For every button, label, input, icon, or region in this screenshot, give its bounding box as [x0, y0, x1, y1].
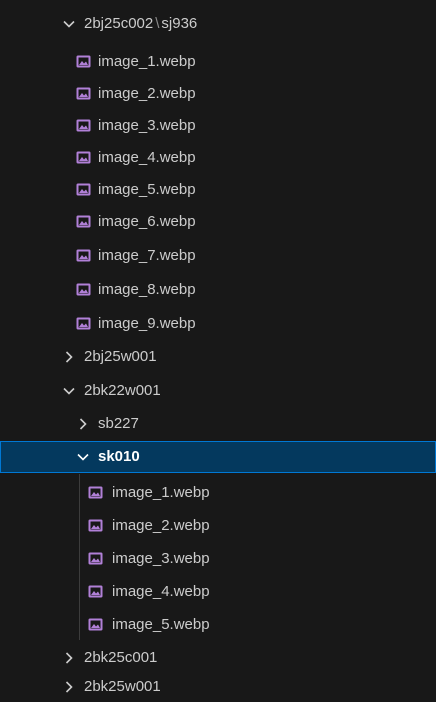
file-row[interactable]: image_3.webp — [0, 543, 436, 575]
file-label: image_1.webp — [112, 484, 210, 501]
folder-row-2bj25c002-sj936[interactable]: 2bj25c002 \ sj936 — [0, 8, 436, 40]
file-label: image_2.webp — [98, 85, 196, 102]
image-file-icon — [76, 119, 91, 132]
chevron-right-icon[interactable] — [62, 680, 76, 694]
file-label: image_6.webp — [98, 213, 196, 230]
image-file-icon — [88, 585, 103, 598]
chevron-right-icon[interactable] — [76, 417, 90, 431]
file-row[interactable]: image_1.webp — [0, 46, 436, 78]
file-label: image_5.webp — [112, 616, 210, 633]
image-file-icon — [76, 87, 91, 100]
folder-name-part: 2bj25c002 — [84, 15, 154, 32]
image-file-icon — [76, 283, 91, 296]
file-label: image_3.webp — [112, 550, 210, 567]
image-file-icon — [88, 552, 103, 565]
folder-row-sb227[interactable]: sb227 — [0, 408, 436, 440]
file-row[interactable]: image_5.webp — [0, 174, 436, 206]
file-label: image_3.webp — [98, 117, 196, 134]
chevron-down-icon[interactable] — [62, 17, 76, 31]
folder-row-sk010[interactable]: sk010 — [0, 441, 436, 473]
image-file-icon — [76, 215, 91, 228]
file-row[interactable]: image_5.webp — [0, 609, 436, 641]
file-label: image_4.webp — [112, 583, 210, 600]
file-row[interactable]: image_6.webp — [0, 206, 436, 238]
image-file-icon — [76, 151, 91, 164]
file-label: image_8.webp — [98, 281, 196, 298]
file-label: image_9.webp — [98, 315, 196, 332]
file-row[interactable]: image_2.webp — [0, 510, 436, 542]
file-row[interactable]: image_4.webp — [0, 142, 436, 174]
file-row[interactable]: image_9.webp — [0, 308, 436, 340]
folder-label: 2bk22w001 — [84, 382, 161, 399]
folder-row-2bk22w001[interactable]: 2bk22w001 — [0, 375, 436, 407]
file-label: image_4.webp — [98, 149, 196, 166]
folder-row-2bk25w001[interactable]: 2bk25w001 — [0, 672, 436, 700]
file-label: image_7.webp — [98, 247, 196, 264]
file-label: image_2.webp — [112, 517, 210, 534]
file-row[interactable]: image_3.webp — [0, 110, 436, 142]
image-file-icon — [88, 519, 103, 532]
folder-label: 2bj25c002 \ sj936 — [84, 8, 197, 40]
file-row[interactable]: image_2.webp — [0, 78, 436, 110]
chevron-down-icon[interactable] — [76, 450, 90, 464]
file-row[interactable]: image_1.webp — [0, 477, 436, 509]
folder-label: sb227 — [98, 415, 139, 432]
file-row[interactable]: image_8.webp — [0, 274, 436, 306]
file-row[interactable]: image_4.webp — [0, 576, 436, 608]
chevron-right-icon[interactable] — [62, 651, 76, 665]
file-explorer-tree: 2bj25c002 \ sj936 image_1.webp image_2.web… — [0, 0, 436, 700]
folder-name-part: sj936 — [161, 15, 198, 32]
image-file-icon — [76, 249, 91, 262]
folder-label: 2bk25c001 — [84, 649, 158, 666]
folder-label: 2bk25w001 — [84, 678, 161, 695]
image-file-icon — [76, 183, 91, 196]
chevron-right-icon[interactable] — [62, 350, 76, 364]
file-row[interactable]: image_7.webp — [0, 240, 436, 272]
file-label: image_5.webp — [98, 181, 196, 198]
image-file-icon — [88, 486, 103, 499]
image-file-icon — [76, 55, 91, 68]
folder-row-2bk25c001[interactable]: 2bk25c001 — [0, 642, 436, 674]
image-file-icon — [76, 317, 91, 330]
chevron-down-icon[interactable] — [62, 384, 76, 398]
folder-row-2bj25w001[interactable]: 2bj25w001 — [0, 341, 436, 373]
folder-label: 2bj25w001 — [84, 348, 157, 365]
folder-label: sk010 — [98, 448, 140, 465]
image-file-icon — [88, 618, 103, 631]
file-label: image_1.webp — [98, 53, 196, 70]
